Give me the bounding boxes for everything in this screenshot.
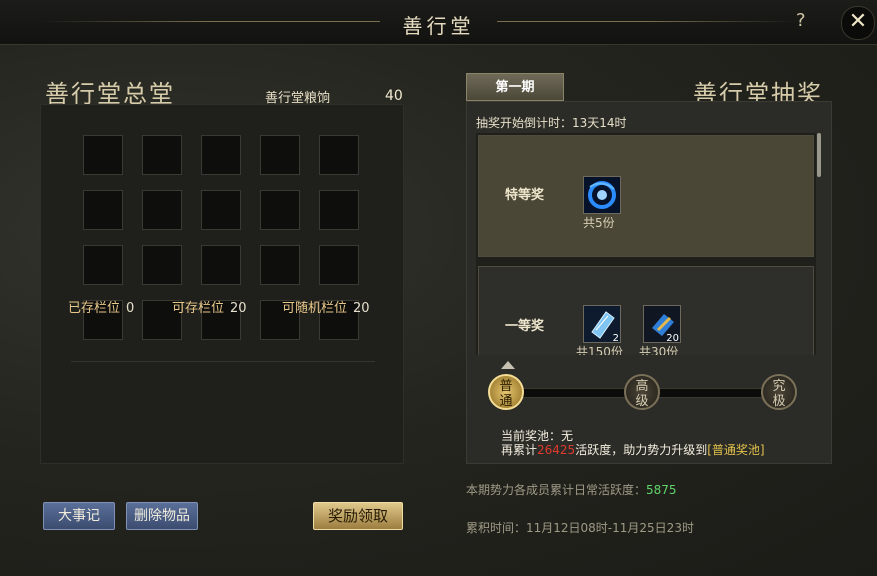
tier-advanced-char1: 高 — [635, 379, 649, 394]
blue-vortex-orb-icon[interactable] — [583, 176, 621, 214]
stored-slots-stat: 已存栏位 0 — [68, 297, 134, 316]
current-tier-arrow-icon — [501, 361, 515, 369]
pool-upgrade-text: 再累计26425活跃度，助力势力升级到[普通奖池] — [501, 443, 765, 457]
daily-activity-label: 本期势力各成员累计日常活跃度： — [466, 483, 647, 497]
tier-ultimate-char1: 究 — [772, 379, 786, 394]
storage-slot[interactable] — [319, 245, 359, 285]
storage-slot[interactable] — [83, 135, 123, 175]
storage-slot[interactable] — [319, 190, 359, 230]
grand-prize-row: 特等奖 共5份 — [478, 135, 814, 257]
grand-prize-count: 共5份 — [583, 216, 615, 230]
random-slots-value: 20 — [353, 301, 370, 316]
daily-activity-value: 5875 — [646, 483, 677, 497]
tier-normal[interactable]: 普通 — [488, 374, 524, 410]
title-bar: 善行堂 ? ✕ — [0, 0, 877, 45]
countdown-text: 抽奖开始倒计时：13天14时 — [476, 116, 627, 130]
storage-slot[interactable] — [142, 135, 182, 175]
tier-ultimate[interactable]: 究极 — [761, 374, 797, 410]
stored-slots-value: 0 — [126, 301, 135, 316]
stored-slots-label: 已存栏位 — [68, 301, 121, 316]
storage-slot[interactable] — [201, 135, 241, 175]
help-icon[interactable]: ? — [796, 10, 806, 31]
pool-upgrade-target: [普通奖池] — [707, 443, 765, 457]
storage-divider — [71, 361, 375, 362]
prize-pool-info: 当前奖池：无 再累计26425活跃度，助力势力升级到[普通奖池] — [501, 429, 765, 457]
close-icon[interactable]: ✕ — [841, 6, 875, 40]
storable-slots-value: 20 — [230, 301, 247, 316]
tier-advanced[interactable]: 高级 — [624, 374, 660, 410]
storage-slot[interactable] — [201, 190, 241, 230]
events-button[interactable]: 大事记 — [43, 502, 115, 530]
accumulation-period: 累积时间：11月12日08时-11月25日23时 — [466, 521, 694, 535]
crystal-scroll-count: 共150份 — [576, 345, 623, 355]
storage-slot[interactable] — [83, 190, 123, 230]
storage-slot[interactable] — [83, 245, 123, 285]
daily-activity-text: 本期势力各成员累计日常活跃度：5875 — [466, 481, 677, 498]
storage-slot[interactable] — [319, 135, 359, 175]
storage-slot[interactable] — [142, 245, 182, 285]
storable-slots-label: 可存栏位 — [172, 301, 225, 316]
storage-slot[interactable] — [260, 135, 300, 175]
prize-list-scrollbar[interactable] — [817, 133, 821, 177]
shanxingtang-window: 善行堂 ? ✕ 善行堂总堂 善行堂粮饷 40 已存栏位 0 可存栏位 20 可随机栏… — [0, 0, 877, 576]
tier-normal-char2: 通 — [499, 394, 513, 409]
grain-value: 40 — [385, 88, 403, 104]
window-title: 善行堂 — [402, 14, 475, 38]
current-pool-text: 当前奖池：无 — [501, 429, 574, 443]
random-slots-label: 可随机栏位 — [282, 301, 348, 316]
pool-upgrade-prefix: 再累计 — [501, 443, 538, 457]
storage-panel — [40, 104, 404, 464]
storable-slots-stat: 可存栏位 20 — [172, 297, 247, 316]
claim-reward-button[interactable]: 奖励领取 — [313, 502, 403, 530]
pool-upgrade-amount: 26425 — [537, 443, 576, 457]
tier-ultimate-char2: 极 — [772, 394, 786, 409]
grand-prize-name: 特等奖 — [505, 188, 545, 203]
tier-advanced-char2: 级 — [635, 394, 649, 409]
blue-gold-crystal-count: 共30份 — [639, 345, 679, 355]
pool-upgrade-mid: 活跃度，助力势力升级到 — [575, 443, 708, 457]
crystal-scroll-icon[interactable]: 2 — [583, 305, 621, 344]
blue-gold-crystal-icon[interactable]: 20 — [643, 305, 681, 344]
storage-slot[interactable] — [260, 245, 300, 285]
tab-period-1[interactable]: 第一期 — [466, 73, 564, 101]
storage-slot[interactable] — [260, 190, 300, 230]
prize-list[interactable]: 特等奖 共5份 一等奖 2 共150份 20 共30份 — [476, 133, 816, 355]
first-prize-name: 一等奖 — [505, 319, 545, 334]
random-slots-stat: 可随机栏位 20 — [282, 297, 370, 316]
first-prize-row: 一等奖 2 共150份 20 共30份 — [478, 266, 814, 355]
tier-normal-char1: 普 — [499, 379, 513, 394]
storage-slot[interactable] — [142, 190, 182, 230]
storage-slot[interactable] — [201, 245, 241, 285]
delete-items-button[interactable]: 删除物品 — [126, 502, 198, 530]
